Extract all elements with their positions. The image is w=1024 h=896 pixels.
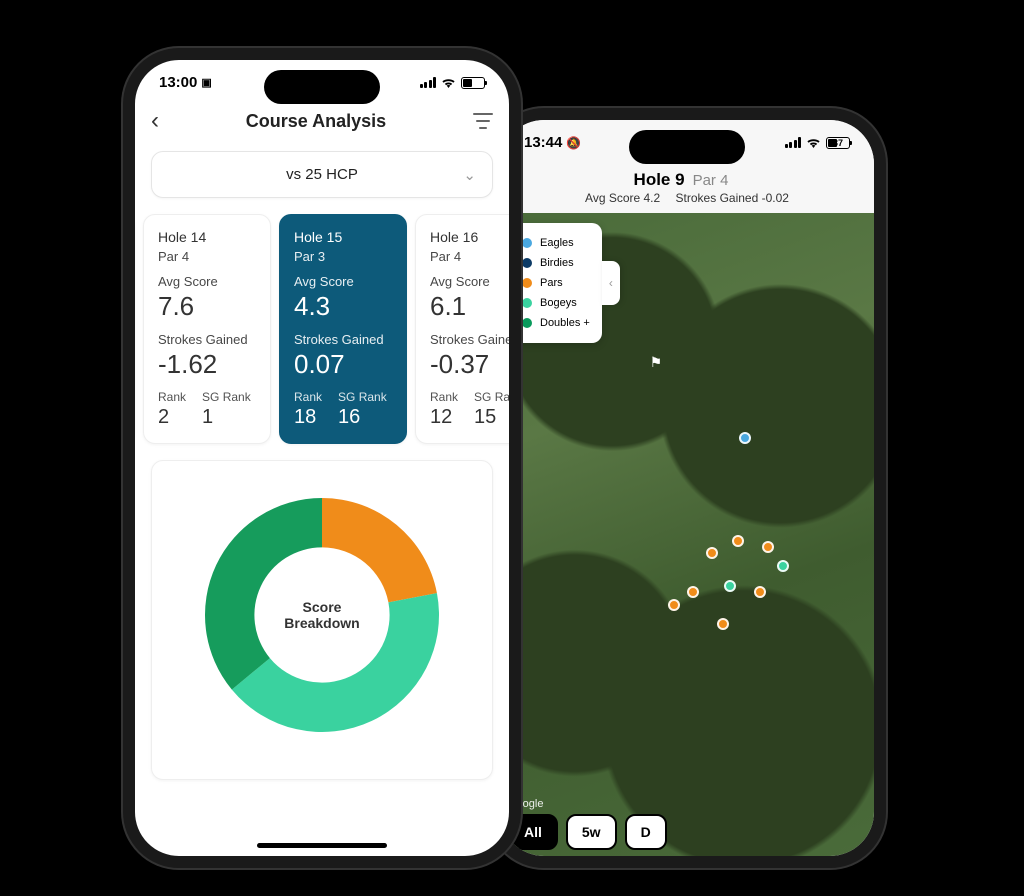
status-time: 13:44 (524, 134, 562, 151)
sgrank-value: 16 (338, 406, 387, 429)
avg-value: 4.3 (294, 291, 392, 322)
shot-marker[interactable] (739, 432, 751, 444)
phone-notch (264, 70, 380, 104)
sgrank-value: 1 (202, 406, 251, 429)
hole-card-15[interactable]: Hole 15 Par 3 Avg Score 4.3 Strokes Gain… (279, 214, 407, 444)
shot-marker[interactable] (706, 547, 718, 559)
map-legend: ‹ EaglesBirdiesParsBogeysDoubles + (510, 223, 602, 343)
club-filter-pill[interactable]: 5w (566, 814, 617, 850)
flag-icon: ⚑ (650, 354, 663, 371)
avg-label: Avg Score (430, 274, 509, 289)
battery-pct: 37 (827, 138, 849, 148)
wifi-icon (806, 137, 821, 148)
hole-par: Par 4 (693, 172, 729, 189)
legend-dot-icon (522, 238, 532, 248)
sg-value: 0.07 (294, 349, 392, 380)
legend-dot-icon (522, 318, 532, 328)
avg-value: 6.1 (430, 291, 509, 322)
shot-marker[interactable] (668, 599, 680, 611)
legend-dot-icon (522, 258, 532, 268)
sg-text: Strokes Gained -0.02 (676, 191, 789, 205)
hole-name: Hole 14 (158, 229, 256, 245)
shot-marker[interactable] (687, 586, 699, 598)
hole-par: Par 3 (294, 249, 392, 264)
hole-par: Par 4 (430, 249, 509, 264)
home-indicator[interactable] (257, 843, 387, 848)
cellular-icon (420, 77, 437, 88)
rank-value: 12 (430, 406, 458, 429)
battery-icon: 37 (826, 137, 850, 149)
shot-marker[interactable] (762, 541, 774, 553)
phone-course-analysis: 13:00 ▣ ‹ Course Analysis vs 25 HCP ⌄ d … (123, 48, 521, 868)
status-time: 13:00 (159, 74, 197, 91)
sgrank-label: SG Rank (202, 390, 251, 404)
avg-label: Avg Score (158, 274, 256, 289)
shot-marker[interactable] (732, 535, 744, 547)
legend-item: Eagles (522, 233, 590, 253)
dropdown-label: vs 25 HCP (286, 166, 358, 183)
sg-label: Strokes Gained (158, 332, 256, 347)
donut-center-label: Score Breakdown (192, 485, 452, 745)
legend-item: Bogeys (522, 293, 590, 313)
avg-value: 7.6 (158, 291, 256, 322)
hole-card-16[interactable]: Hole 16 Par 4 Avg Score 6.1 Strokes Gain… (415, 214, 509, 444)
legend-item: Birdies (522, 253, 590, 273)
donut-title-1: Score (303, 599, 342, 615)
score-breakdown-chart: Score Breakdown (151, 460, 493, 780)
cellular-icon (785, 137, 802, 148)
shot-marker[interactable] (754, 586, 766, 598)
hole-card-14[interactable]: Hole 14 Par 4 Avg Score 7.6 Strokes Gain… (143, 214, 271, 444)
sgrank-label: SG Rank (338, 390, 387, 404)
sg-label: Strokes Gained (294, 332, 392, 347)
shot-marker[interactable] (777, 560, 789, 572)
donut-title-2: Breakdown (284, 615, 359, 631)
club-filter-pills: All5wD (508, 814, 667, 850)
status-icon: ▣ (201, 76, 211, 89)
legend-label: Pars (540, 277, 563, 289)
legend-collapse-handle[interactable]: ‹ (602, 261, 620, 305)
legend-item: Pars (522, 273, 590, 293)
legend-dot-icon (522, 298, 532, 308)
filter-icon[interactable] (473, 113, 493, 129)
shot-marker[interactable] (717, 618, 729, 630)
hcp-dropdown[interactable]: vs 25 HCP ⌄ (151, 151, 493, 198)
club-filter-pill[interactable]: D (625, 814, 667, 850)
legend-label: Birdies (540, 257, 574, 269)
legend-item: Doubles + (522, 313, 590, 333)
back-button[interactable]: ‹ (151, 107, 159, 135)
battery-icon (461, 77, 485, 89)
sg-value: -1.62 (158, 349, 256, 380)
legend-label: Eagles (540, 237, 574, 249)
rank-label: Rank (158, 390, 186, 404)
sgrank-label: SG Rank (474, 390, 509, 404)
sg-value: -0.37 (430, 349, 509, 380)
hole-card-peek-left[interactable]: d k (123, 214, 135, 444)
sg-label: Strokes Gained (430, 332, 509, 347)
rank-label: Rank (294, 390, 322, 404)
hole-name: Hole 15 (294, 229, 392, 245)
shot-marker[interactable] (724, 580, 736, 592)
hole-map[interactable]: ‹ EaglesBirdiesParsBogeysDoubles + ⚑ Goo… (500, 213, 874, 856)
page-title: Course Analysis (246, 111, 386, 132)
hole-cards-carousel[interactable]: d k Hole 14 Par 4 Avg Score 7.6 Strokes … (123, 210, 509, 456)
hole-title: Hole 9 (634, 170, 685, 190)
hole-name: Hole 16 (430, 229, 509, 245)
phone-notch (629, 130, 745, 164)
rank-value: 18 (294, 406, 322, 429)
sgrank-value: 15 (474, 406, 509, 429)
hole-par: Par 4 (158, 249, 256, 264)
rank-value: 2 (158, 406, 186, 429)
hole-stats: Avg Score 4.2 Strokes Gained -0.02 (500, 191, 874, 213)
legend-label: Bogeys (540, 297, 577, 309)
phone-hole-map: 13:44 🔕 37 ‹ Hole 9 Par 4 Avg Score 4.2 … (488, 108, 886, 868)
legend-label: Doubles + (540, 317, 590, 329)
avg-score-text: Avg Score 4.2 (585, 191, 660, 205)
legend-dot-icon (522, 278, 532, 288)
silent-icon: 🔕 (566, 136, 581, 150)
rank-label: Rank (430, 390, 458, 404)
chevron-down-icon: ⌄ (463, 166, 476, 184)
wifi-icon (441, 77, 456, 88)
avg-label: Avg Score (294, 274, 392, 289)
